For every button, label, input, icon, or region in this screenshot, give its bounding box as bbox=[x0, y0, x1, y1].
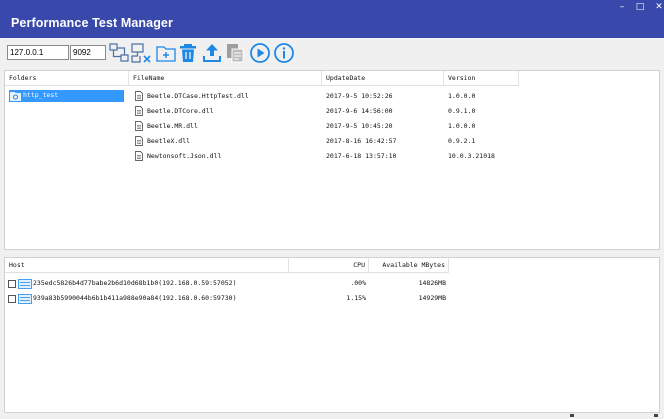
file-icon bbox=[135, 106, 143, 116]
file-version: 10.0.3.21018 bbox=[448, 152, 495, 160]
file-name: Beetle.DTCore.dll bbox=[147, 107, 214, 115]
host-memory: 14929MB bbox=[418, 294, 446, 302]
close-button[interactable]: ✕ bbox=[649, 1, 664, 13]
file-version: 0.9.1.0 bbox=[448, 107, 476, 115]
info-icon[interactable] bbox=[273, 42, 295, 64]
run-icon[interactable] bbox=[249, 42, 271, 64]
file-update-date: 2017-8-16 16:42:57 bbox=[326, 137, 397, 145]
resize-grip[interactable] bbox=[654, 414, 658, 417]
file-icon bbox=[135, 136, 143, 146]
folders-column-header[interactable]: Folders bbox=[5, 71, 129, 86]
host-cpu: .00% bbox=[350, 279, 366, 287]
file-update-date: 2017-9-6 14:56:00 bbox=[326, 107, 393, 115]
folder-label: http_test bbox=[23, 91, 59, 99]
version-column-header[interactable]: Version bbox=[444, 71, 519, 86]
folder-icon bbox=[10, 92, 21, 101]
host-checkbox[interactable] bbox=[8, 280, 16, 288]
file-version: 1.0.0.0 bbox=[448, 92, 476, 100]
server-icon bbox=[18, 294, 32, 304]
file-name: Newtonsoft.Json.dll bbox=[147, 152, 222, 160]
file-name: Beetle.DTCase.HttpTest.dll bbox=[147, 92, 249, 100]
memory-column-header[interactable]: Available MBytes bbox=[369, 258, 449, 273]
ip-address-input[interactable] bbox=[7, 45, 69, 60]
maximize-button[interactable]: □ bbox=[630, 1, 650, 13]
title-bar: Performance Test Manager – □ ✕ bbox=[0, 0, 664, 38]
host-name: 939a83b5990044b6b1b411a988e90a84(192.168… bbox=[33, 294, 237, 302]
delete-icon[interactable] bbox=[177, 42, 199, 64]
file-update-date: 2017-9-5 10:45:20 bbox=[326, 122, 393, 130]
file-icon bbox=[135, 91, 143, 101]
status-bar bbox=[0, 413, 664, 419]
file-update-date: 2017-6-18 13:57:10 bbox=[326, 152, 397, 160]
copy-document-icon[interactable] bbox=[224, 42, 246, 64]
add-folder-icon[interactable] bbox=[155, 42, 177, 64]
updatedate-column-header[interactable]: UpdateDate bbox=[322, 71, 444, 86]
toolbar bbox=[0, 38, 664, 68]
server-icon bbox=[18, 279, 32, 289]
port-input[interactable] bbox=[70, 45, 106, 60]
host-name: 235edc5826b4d77babe2b6d10d68b1b0(192.168… bbox=[33, 279, 237, 287]
resize-grip[interactable] bbox=[570, 414, 574, 417]
files-pane: Folders FileName UpdateDate Version http… bbox=[4, 70, 660, 250]
file-name: Beetle.MR.dll bbox=[147, 122, 198, 130]
minimize-button[interactable]: – bbox=[612, 1, 632, 13]
cpu-column-header[interactable]: CPU bbox=[289, 258, 369, 273]
file-version: 1.0.0.0 bbox=[448, 122, 476, 130]
host-cpu: 1.15% bbox=[346, 294, 366, 302]
disconnect-network-icon[interactable] bbox=[130, 42, 152, 64]
window-title: Performance Test Manager bbox=[11, 16, 173, 30]
host-column-header[interactable]: Host bbox=[5, 258, 289, 273]
file-icon bbox=[135, 121, 143, 131]
filename-column-header[interactable]: FileName bbox=[129, 71, 322, 86]
file-name: BeetleX.dll bbox=[147, 137, 191, 145]
upload-icon[interactable] bbox=[201, 42, 223, 64]
connect-network-icon[interactable] bbox=[108, 42, 130, 64]
host-memory: 14826MB bbox=[418, 279, 446, 287]
file-icon bbox=[135, 151, 143, 161]
file-version: 0.9.2.1 bbox=[448, 137, 476, 145]
host-checkbox[interactable] bbox=[8, 295, 16, 303]
folder-item-http-test[interactable]: http_test bbox=[9, 90, 124, 102]
hosts-pane: Host CPU Available MBytes 235edc5826b4d7… bbox=[4, 257, 660, 413]
file-update-date: 2017-9-5 10:52:26 bbox=[326, 92, 393, 100]
